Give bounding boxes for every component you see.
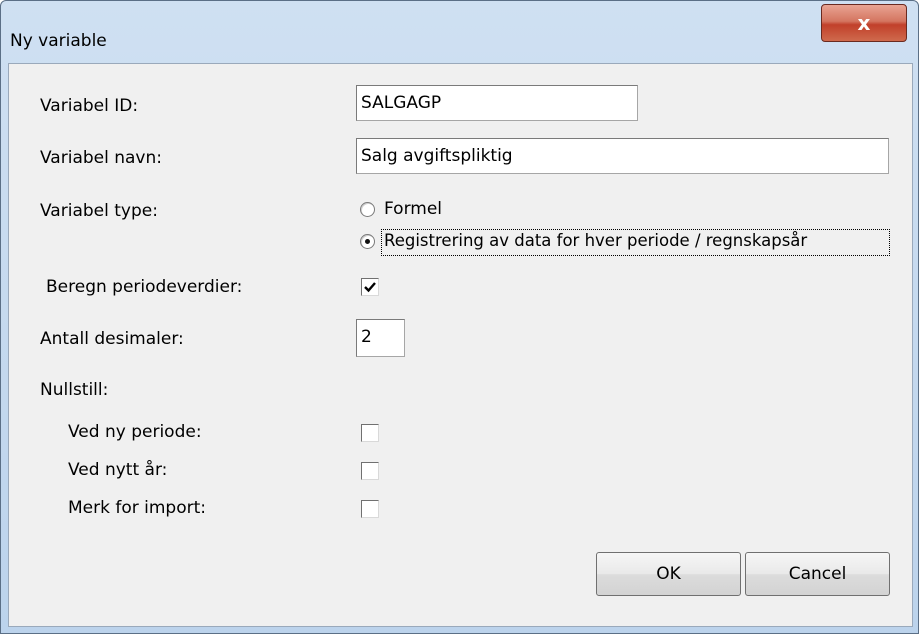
reset-new-year-checkbox[interactable] [361,462,379,480]
close-icon: x [857,11,871,35]
radio-formel-label[interactable]: Formel [384,199,442,219]
dialog-window: Ny variable x Variabel ID: SALGAGP Varia… [0,0,919,634]
reset-new-period-label: Ved ny periode: [68,422,202,442]
cancel-button[interactable]: Cancel [745,552,890,596]
ok-button[interactable]: OK [596,552,741,596]
decimals-label: Antall desimaler: [40,329,184,349]
reset-new-year-label: Ved nytt år: [68,460,168,480]
radio-formel[interactable] [360,202,375,217]
reset-new-period-checkbox[interactable] [361,424,379,442]
reset-heading: Nullstill: [40,380,109,400]
decimals-input[interactable]: 2 [356,319,405,357]
radio-registrering-label[interactable]: Registrering av data for hver periode / … [384,231,807,250]
mark-for-import-checkbox[interactable] [361,500,379,518]
variable-id-input[interactable]: SALGAGP [356,85,638,121]
compute-period-values-label: Beregn periodeverdier: [46,277,243,297]
checkmark-icon [364,282,376,293]
close-button[interactable]: x [821,4,907,42]
variable-name-label: Variabel navn: [40,148,162,168]
radio-registrering[interactable] [360,234,375,249]
variable-type-label: Variabel type: [40,201,158,221]
radio-selected-dot [365,239,370,244]
compute-period-values-checkbox[interactable] [361,278,379,296]
mark-for-import-label: Merk for import: [68,498,207,518]
dialog-body: Variabel ID: SALGAGP Variabel navn: Salg… [8,63,913,627]
window-title: Ny variable [10,31,107,51]
variable-id-label: Variabel ID: [40,96,139,116]
title-bar[interactable]: Ny variable x [1,1,918,63]
variable-name-input[interactable]: Salg avgiftspliktig [356,138,889,174]
